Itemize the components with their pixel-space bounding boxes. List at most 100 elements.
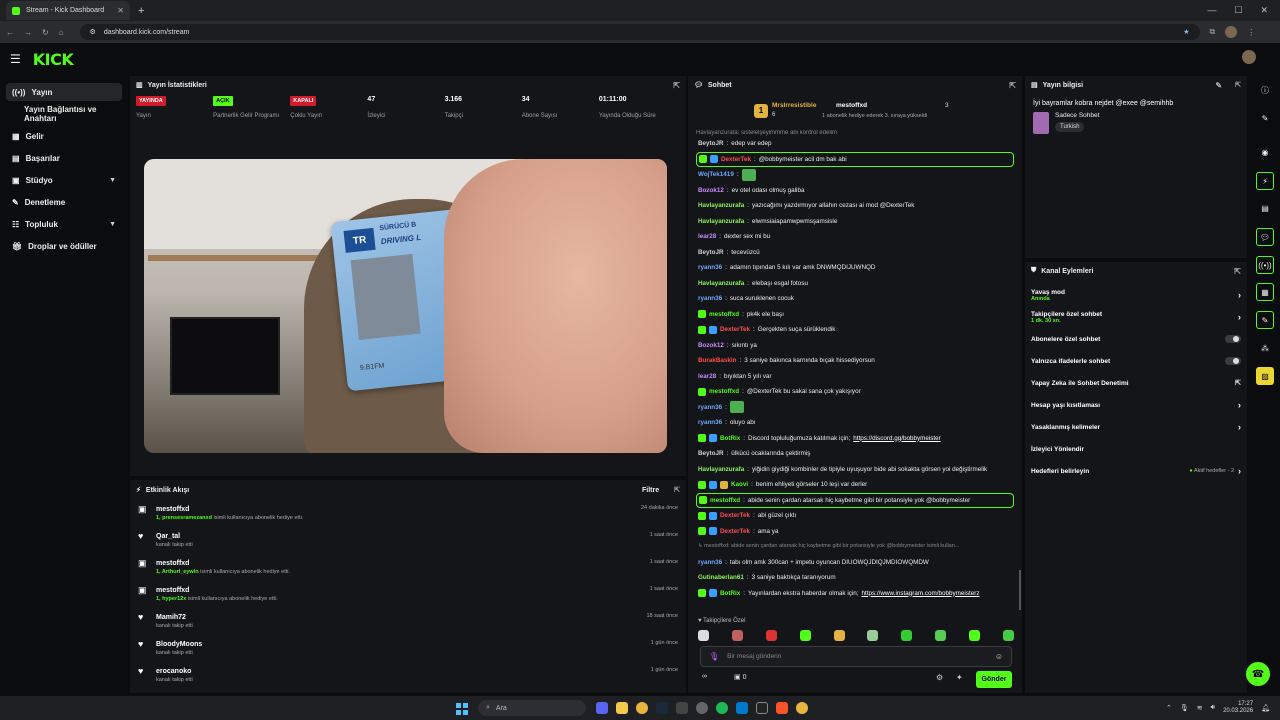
chrome-icon[interactable] <box>796 702 808 714</box>
channel-action-item[interactable]: Takipçilere özel sohbet 1 dk. 30 sn. › <box>1025 306 1247 328</box>
spotify-icon[interactable] <box>716 702 728 714</box>
tray-arrow-icon[interactable]: ⌃ <box>1166 704 1172 712</box>
chat-message[interactable]: Bozok12: sıkıntı ya <box>690 338 1020 354</box>
new-tab-icon[interactable]: + <box>138 5 144 17</box>
channel-action-item[interactable]: İzleyici Yönlendir <box>1025 438 1247 460</box>
info-icon[interactable]: ⓘ <box>1256 81 1274 99</box>
channel-action-item[interactable]: Yasaklanmış kelimeler › <box>1025 416 1247 438</box>
chat-message[interactable]: Gutinaberlan61: 3 saniye baktıkça taranı… <box>690 570 1020 586</box>
chat-icon[interactable]: 💬︎ <box>1256 228 1274 246</box>
chat-message[interactable]: ryann36: tabı olm amk 300can + impetu oy… <box>690 555 1020 571</box>
chat-link[interactable]: https://www.instagram.com/bobbymeisterz <box>862 590 980 598</box>
popout-icon[interactable]: ⇱ <box>1009 81 1016 90</box>
explorer-icon[interactable] <box>616 702 628 714</box>
bolt-icon[interactable]: ⚡︎ <box>1256 172 1274 190</box>
stream-preview[interactable]: TR SÜRÜCÜ B DRIVING L 9.B1FM <box>144 159 667 453</box>
sidebar-item-stream-key[interactable]: Yayın Bağlantısı ve Anahtarı <box>6 105 122 123</box>
obs-icon[interactable] <box>696 702 708 714</box>
window-close-icon[interactable]: ✕ <box>1260 5 1268 16</box>
tab-close-icon[interactable]: ✕ <box>117 6 124 15</box>
steam-icon[interactable] <box>656 702 668 714</box>
wrench-icon[interactable]: ✎ <box>1256 311 1274 329</box>
clapper-icon[interactable]: ▨ <box>1256 367 1274 385</box>
chat-message[interactable]: mestoffxd: abide senin çardan atarsak hi… <box>696 492 1014 508</box>
send-button[interactable]: Gönder <box>976 671 1012 688</box>
emote-icon[interactable] <box>901 630 913 641</box>
chat-message[interactable]: ↳ mestoffxd: abide senin çardan atarsak … <box>690 539 1020 555</box>
chat-message[interactable]: BotRix: Discord topluluğumuza katılmak i… <box>690 431 1020 447</box>
emote-icon[interactable] <box>799 630 811 641</box>
chat-message[interactable]: Havlayanzurafa: yiğidin giydiği kombinle… <box>690 462 1020 478</box>
toggle-switch[interactable] <box>1225 335 1241 343</box>
wifi-icon[interactable]: ≋ <box>1197 704 1203 712</box>
sidebar-item-stream[interactable]: ((•)) Yayın <box>6 83 122 101</box>
chat-message[interactable]: BeytoJR: tecevüzcü <box>690 245 1020 261</box>
vscode-icon[interactable] <box>736 702 748 714</box>
sidebar-item-studio[interactable]: ▣ Stüdyo ▼ <box>6 171 122 189</box>
chat-message[interactable]: lear28: dexter sex mi bu <box>690 229 1020 245</box>
chat-message[interactable]: ryann36: suca suruklenen cocuk <box>690 291 1020 307</box>
hamburger-menu-icon[interactable]: ☰ <box>10 52 21 66</box>
popout-icon[interactable]: ⇱ <box>674 486 680 494</box>
chat-message[interactable]: ryann36: oluyo abı <box>690 415 1020 431</box>
home-icon[interactable]: ⌂ <box>59 28 64 37</box>
popout-icon[interactable]: ⇱ <box>673 81 680 90</box>
stats-icon[interactable]: ▦ <box>1256 283 1274 301</box>
chat-input[interactable]: 🎙︎ Bir mesaj gönderin ☺ <box>700 646 1012 667</box>
reload-icon[interactable]: ↻ <box>42 28 49 37</box>
emote-icon[interactable] <box>935 630 947 641</box>
browser-tab[interactable]: Stream - Kick Dashboard ✕ <box>6 1 130 20</box>
edit-icon[interactable]: ✎ <box>1256 109 1274 127</box>
taskbar-search[interactable]: ⌕ Ara <box>478 700 586 716</box>
support-chat-icon[interactable]: ☎ <box>1246 662 1270 686</box>
chat-message[interactable]: BeytoJR: ülkücü ocaklarında çektirmiş <box>690 446 1020 462</box>
forward-icon[interactable]: → <box>24 28 32 37</box>
mic-icon[interactable]: 🎙︎ <box>1180 704 1189 712</box>
chat-message[interactable]: BotRix: Yayınlardan ekstra haberdar olma… <box>690 586 1020 602</box>
emoji-icon[interactable]: ☺ <box>995 652 1003 661</box>
channel-action-item[interactable]: Abonelere özel sohbet <box>1025 328 1247 350</box>
notion-icon[interactable] <box>756 702 768 714</box>
community-gift-icon[interactable]: ✦ <box>956 673 963 682</box>
chat-message[interactable]: WojTek1419: <box>690 167 1020 183</box>
discord-icon[interactable] <box>596 702 608 714</box>
chat-message[interactable]: DexterTek: abi güzel çıktı <box>690 508 1020 524</box>
emote-icon[interactable] <box>731 630 743 641</box>
chat-message[interactable]: lear28: bıyıktan 5 yılı var <box>690 369 1020 385</box>
clock[interactable]: 17:27 20.03.2026 <box>1223 701 1253 715</box>
user-avatar[interactable] <box>1242 50 1256 64</box>
channel-action-item[interactable]: Yavaş mod Anında › <box>1025 284 1247 306</box>
toggle-switch[interactable] <box>1225 357 1241 365</box>
maximize-icon[interactable]: ☐ <box>1234 5 1242 16</box>
sidebar-item-achievements[interactable]: ▤ Başarılar <box>6 149 122 167</box>
sidebar-item-revenue[interactable]: ▦ Gelir <box>6 127 122 145</box>
chat-message[interactable]: BeytoJR: edep var edep <box>690 136 1020 152</box>
volume-icon[interactable]: 🔊︎ <box>1211 704 1215 712</box>
video-icon[interactable]: ◉ <box>1256 143 1274 161</box>
channel-action-item[interactable]: Hesap yaşı kısıtlaması › <box>1025 394 1247 416</box>
nodes-icon[interactable]: ⁂ <box>1256 339 1274 357</box>
chat-message[interactable]: mestoffxd: pk4k ele başı <box>690 307 1020 323</box>
chat-scrollbar[interactable] <box>1019 570 1021 610</box>
chat-message[interactable]: DexterTek: @bobbymeister acil dm bak abi <box>696 151 1014 167</box>
chat-message[interactable]: ryann36: adamın tıpından 5 kılı var amk … <box>690 260 1020 276</box>
notes-icon[interactable]: ▤ <box>1256 199 1274 217</box>
address-bar[interactable]: ⚙ dashboard.kick.com/stream ★ <box>79 24 1200 40</box>
emote-icon[interactable] <box>833 630 845 641</box>
chat-message[interactable]: Havlayanzurafa: elwmsiaiapamwpwmsşamsisl… <box>690 214 1020 230</box>
popout-icon[interactable]: ⇱ <box>1235 81 1241 89</box>
edit-icon[interactable]: ✎ <box>1215 81 1222 90</box>
chat-settings-icon[interactable]: ⚙ <box>936 673 943 682</box>
mic-icon[interactable]: 🎙︎ <box>709 652 719 661</box>
chrome-icon[interactable] <box>636 702 648 714</box>
chat-message[interactable]: Havlayanzurafa: elebaşı esgal fotosu <box>690 276 1020 292</box>
chat-message[interactable]: BurakBaskin: 3 saniye bakınca karnında b… <box>690 353 1020 369</box>
chat-message[interactable]: DexterTek: Gerçekten suça sürüklendik <box>690 322 1020 338</box>
channel-action-item[interactable]: Hedefleri belirleyin ● Aktif hedefler - 2… <box>1025 460 1247 482</box>
channel-action-item[interactable]: Yalnızca ifadelerle sohbet <box>1025 350 1247 372</box>
site-info-icon[interactable]: ⚙ <box>90 28 96 36</box>
chat-message[interactable]: Kaovi: benim ehliyeti görseler 10 leşi v… <box>690 477 1020 493</box>
channel-action-item[interactable]: Yapay Zeka ile Sohbet Denetimi ⇱ <box>1025 372 1247 394</box>
bookmark-star-icon[interactable]: ★ <box>1183 28 1189 36</box>
sidebar-item-moderation[interactable]: ✎ Denetleme <box>6 193 122 211</box>
